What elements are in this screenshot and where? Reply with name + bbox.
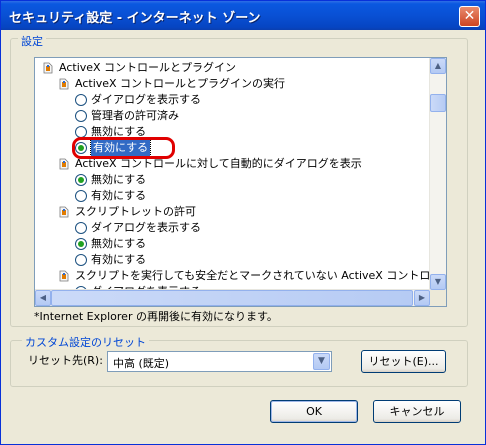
- setting-label: 無効にする: [91, 125, 147, 138]
- arrow-up-icon: ▲: [434, 61, 442, 70]
- setting-label: 無効にする: [91, 173, 147, 186]
- title-bar[interactable]: セキュリティ設定 - インターネット ゾーン ✕: [1, 1, 485, 30]
- horizontal-scroll-thumb[interactable]: [51, 290, 413, 306]
- reset-group-label: カスタム設定のリセット: [22, 334, 149, 350]
- setting-label: スクリプトレットの許可: [75, 205, 196, 218]
- setting-label: ActiveX コントロールとプラグインの実行: [75, 77, 286, 90]
- scroll-up-button[interactable]: ▲: [430, 58, 446, 74]
- arrow-down-icon: ▼: [434, 277, 442, 286]
- reset-button[interactable]: リセット(E)...: [361, 350, 446, 373]
- reset-level-value: 中高 (既定): [113, 357, 170, 370]
- setting-label: 有効にする: [91, 189, 147, 202]
- restart-note: *Internet Explorer の再開後に有効になります。: [34, 310, 278, 323]
- setting-label: 有効にする: [91, 253, 147, 266]
- setting-label: 有効にする: [89, 139, 152, 157]
- reset-level-select[interactable]: 中高 (既定) ▼: [107, 351, 332, 372]
- scroll-down-button[interactable]: ▼: [430, 274, 446, 290]
- setting-category-icon: [59, 158, 69, 170]
- setting-category-icon: [59, 270, 69, 282]
- scroll-left-button[interactable]: ◀: [35, 290, 51, 306]
- setting-label: ダイアログを表示する: [91, 93, 201, 106]
- radio-button[interactable]: [75, 94, 87, 106]
- radio-button[interactable]: [75, 110, 87, 122]
- ok-button[interactable]: OK: [270, 400, 358, 423]
- settings-tree[interactable]: ActiveX コントロールとプラグイン ActiveX コントロールとプラグイン…: [34, 57, 447, 307]
- radio-button[interactable]: [75, 238, 87, 250]
- setting-label: スクリプトを実行しても安全だとマークされていない ActiveX コントロールの…: [75, 269, 447, 282]
- chevron-down-icon: ▼: [318, 356, 325, 366]
- reset-to-label: リセット先(R):: [28, 354, 103, 367]
- horizontal-scrollbar[interactable]: ◀ ▶: [35, 289, 430, 306]
- radio-button[interactable]: [75, 126, 87, 138]
- window-title: セキュリティ設定 - インターネット ゾーン: [9, 11, 261, 26]
- setting-label: 無効にする: [91, 237, 147, 250]
- cancel-button[interactable]: キャンセル: [373, 400, 461, 423]
- close-button[interactable]: ✕: [459, 6, 480, 27]
- arrow-right-icon: ▶: [418, 293, 426, 302]
- dropdown-button[interactable]: ▼: [313, 353, 330, 370]
- setting-label: ActiveX コントロールとプラグイン: [59, 61, 237, 74]
- arrow-left-icon: ◀: [39, 293, 47, 302]
- setting-label: ActiveX コントロールに対して自動的にダイアログを表示: [75, 157, 362, 170]
- setting-category-icon: [43, 62, 53, 74]
- setting-category-icon: [59, 206, 69, 218]
- scrollbar-corner: [430, 290, 446, 306]
- radio-button[interactable]: [75, 222, 87, 234]
- close-icon: ✕: [463, 8, 476, 24]
- setting-category-icon: [59, 78, 69, 90]
- vertical-scroll-thumb[interactable]: [430, 94, 446, 112]
- radio-button[interactable]: [75, 254, 87, 266]
- setting-label: 管理者の許可済み: [91, 109, 179, 122]
- radio-button[interactable]: [75, 142, 87, 154]
- settings-group-label: 設定: [18, 33, 46, 49]
- vertical-scrollbar[interactable]: ▲ ▼: [429, 58, 446, 290]
- setting-label: ダイアログを表示する: [91, 221, 201, 234]
- radio-button[interactable]: [75, 190, 87, 202]
- scroll-right-button[interactable]: ▶: [414, 290, 430, 306]
- radio-button[interactable]: [75, 174, 87, 186]
